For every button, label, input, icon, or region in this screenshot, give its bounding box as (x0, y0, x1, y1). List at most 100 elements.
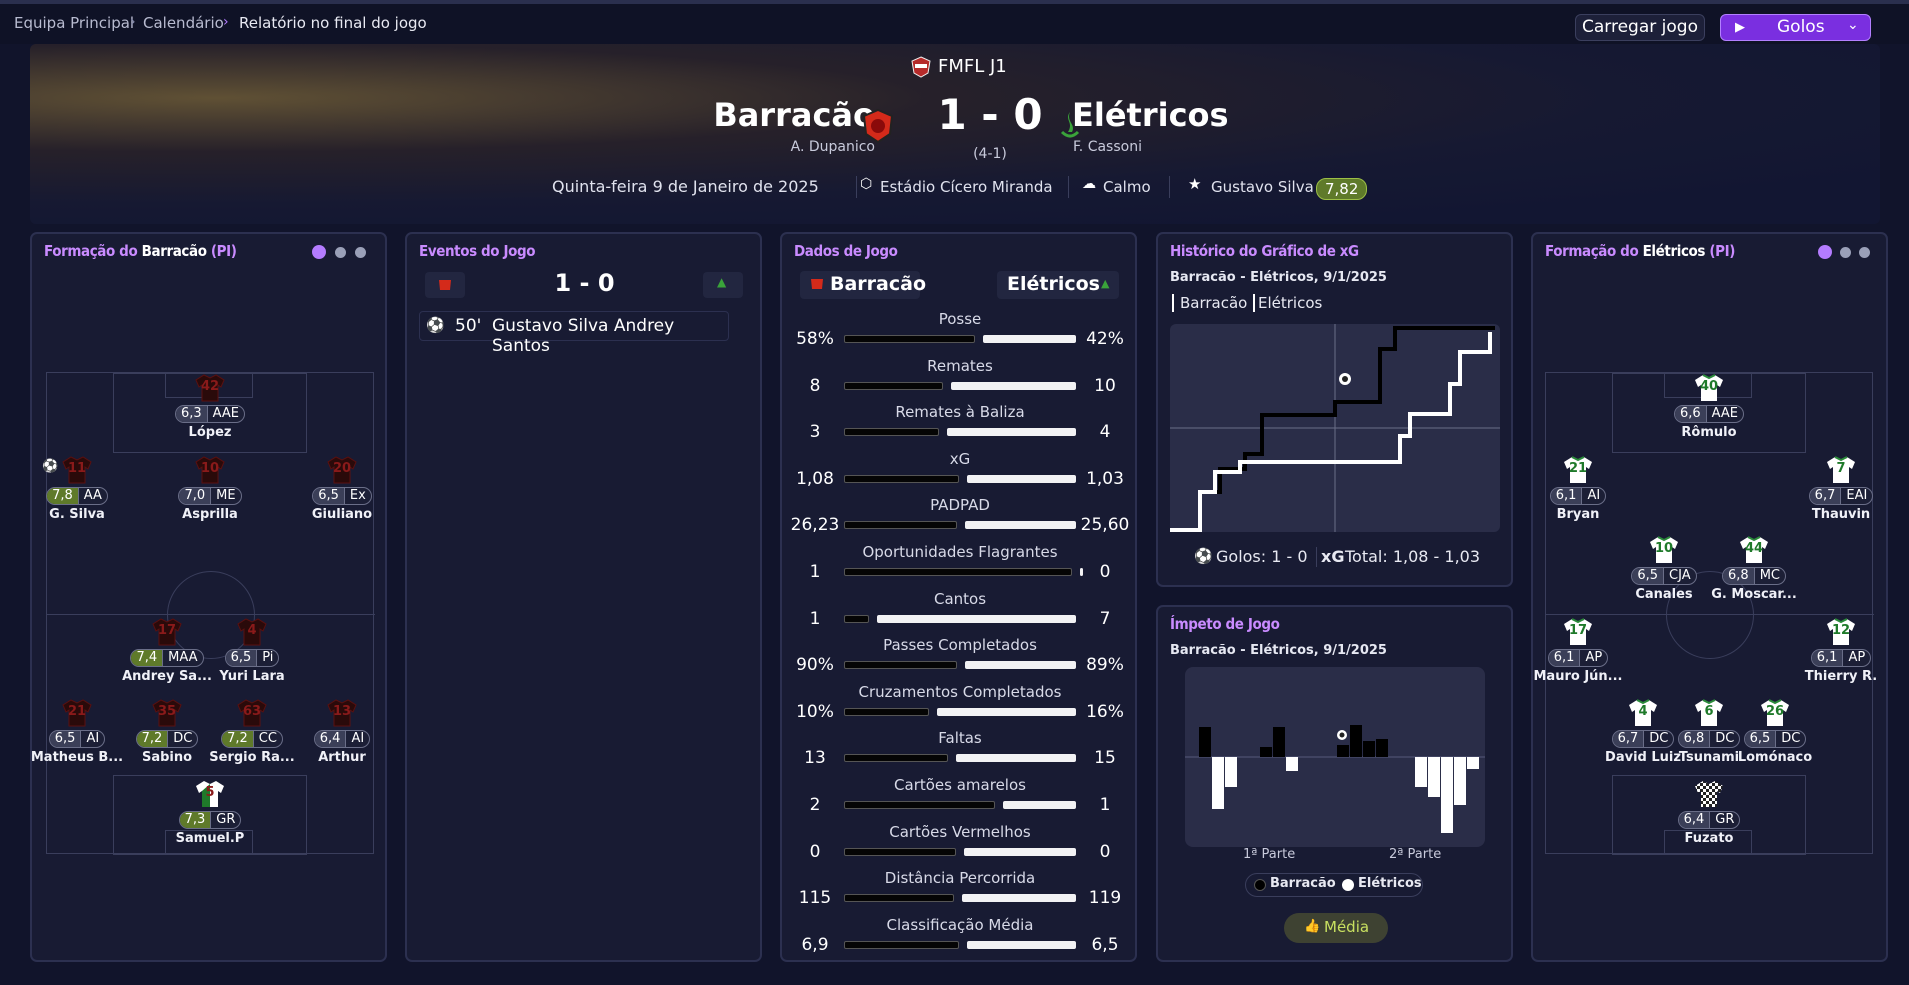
home-lineup-panel: Formação do Barracão (PI) 42 6,3 AAE López 1… (30, 232, 387, 962)
shirt-icon: 26 (1760, 699, 1790, 727)
stat-label: Passes Completados (883, 636, 1037, 655)
stat-home-bar (844, 754, 948, 763)
shirt-icon: 4 (237, 618, 267, 646)
player-card[interactable]: 26 6,5 DC Lomónaco (1715, 699, 1835, 765)
stat-label: xG (949, 449, 971, 468)
match-header: FMFL J1 Barracão A. Dupanico 1 - 0 (4-1)… (30, 44, 1880, 224)
player-card[interactable]: 5 7,3 GR Samuel.P (150, 780, 270, 846)
stat-away-bar (964, 661, 1076, 670)
stat-away-value: 16% (1086, 701, 1124, 722)
player-position: AA (77, 488, 107, 504)
home-team-name[interactable]: Barracão (640, 96, 875, 134)
stat-label: Distância Percorrida (884, 869, 1036, 888)
lineup-page-dot-3[interactable] (1859, 247, 1870, 258)
penalties-score: (4-1) (973, 146, 1007, 162)
stats-title: Dados de Jogo (794, 242, 898, 260)
shirt-icon: 12 (1826, 618, 1856, 646)
event-goal-row[interactable]: ⚽ 50' Gustavo Silva Andrey Santos (419, 311, 729, 356)
player-card[interactable]: 7 6,7 EAI Thauvin (1781, 456, 1901, 522)
events-panel: Eventos do Jogo 1 - 0 ▲ ⚽ 50' Gustavo Si… (405, 232, 762, 962)
divider (1169, 176, 1170, 198)
momentum-second-half: 2ª Parte (1389, 847, 1442, 862)
lineup-page-dot-2[interactable] (335, 247, 346, 258)
stat-home-bar (844, 381, 944, 390)
player-position: AI (345, 731, 369, 747)
player-name: Lomónaco (1737, 750, 1813, 765)
player-rating-pill: 7,3 GR (178, 811, 242, 829)
player-rating: 6,8 (1723, 568, 1754, 584)
player-position: AI (80, 731, 104, 747)
player-rating-pill: 6,1 AI (1549, 487, 1607, 505)
stat-home-bar (844, 335, 975, 343)
goals-label: Golos (1777, 17, 1825, 37)
stat-away-value: 89% (1086, 655, 1124, 676)
stat-away-value: 1 (1099, 795, 1111, 815)
player-rating: 7,2 (136, 731, 168, 747)
stat-home-value: 90% (796, 655, 834, 676)
stat-home-bar (844, 521, 958, 530)
breadcrumb-team[interactable]: Equipa Principal (14, 14, 134, 32)
player-rating: 6,1 (1550, 488, 1582, 504)
player-position: AP (1579, 650, 1607, 666)
shirt-number: 35 (157, 704, 177, 719)
goals-dropdown-button[interactable]: ▶ Golos ⌄ (1720, 14, 1871, 41)
away-manager[interactable]: F. Cassoni (1073, 139, 1142, 155)
breadcrumb-calendar[interactable]: Calendário (143, 14, 224, 32)
shirt-icon: 17 (152, 618, 182, 646)
player-card[interactable]: 44 6,8 MC G. Moscar... (1694, 536, 1814, 602)
player-name: Yuri Lara (219, 669, 285, 684)
shirt-number: 42 (200, 379, 220, 394)
player-position: CJA (1663, 568, 1696, 584)
shirt-number: 21 (1568, 461, 1588, 476)
player-card[interactable]: 21 6,1 AI Bryan (1518, 456, 1638, 522)
chevron-right-icon: › (130, 14, 136, 30)
player-card[interactable]: 10 7,0 ME Asprilla (150, 456, 270, 522)
shirt-number: 12 (1831, 623, 1851, 638)
stat-label: Faltas (938, 729, 982, 748)
shirt-number: 44 (1744, 541, 1764, 556)
stat-label: Cruzamentos Completados (858, 682, 1062, 701)
shirt-icon: 10 (195, 456, 225, 484)
stat-home-value: 2 (809, 795, 821, 815)
lineup-page-dot-3[interactable] (355, 247, 366, 258)
player-card[interactable]: 40 6,6 AAE Rômulo (1649, 374, 1769, 440)
stadium-name[interactable]: Estádio Cícero Miranda (880, 178, 1053, 196)
away-team-name[interactable]: Elétricos (1072, 96, 1229, 134)
momentum-verdict: Média (1324, 918, 1370, 936)
momentum-chart (1185, 667, 1485, 847)
player-card[interactable]: 6,4 GR Fuzato (1649, 780, 1769, 846)
stat-away-value: 25,60 (1080, 515, 1130, 536)
player-card[interactable]: 42 6,3 AAE López (150, 374, 270, 440)
stat-label: Remates à Baliza (895, 403, 1025, 422)
lineup-page-dot-1[interactable] (312, 245, 326, 259)
player-rating-pill: 6,5 Ex (312, 487, 372, 505)
lineup-page-dot-1[interactable] (1818, 245, 1832, 259)
player-card[interactable]: 17 6,1 AP Mauro Jún... (1518, 618, 1638, 684)
lineup-page-dot-2[interactable] (1840, 247, 1851, 258)
player-card[interactable]: 20 6,5 Ex Giuliano (282, 456, 402, 522)
player-card[interactable]: 12 6,1 AP Thierry R. (1781, 618, 1901, 684)
player-rating: 6,4 (1678, 812, 1710, 828)
player-card[interactable]: 11 7,8 AA G. Silva (17, 456, 137, 522)
player-card[interactable]: 13 6,4 AI Arthur (282, 699, 402, 765)
stat-away-value: 15 (1094, 748, 1116, 769)
momentum-legend-away: Elétricos (1358, 876, 1422, 891)
player-position: GR (1709, 812, 1739, 828)
chevron-right-icon: › (223, 14, 229, 30)
player-position: ME (210, 488, 240, 504)
load-game-button[interactable]: Carregar jogo (1575, 14, 1705, 41)
stat-home-value: 26,23 (790, 515, 840, 536)
top-bar: Equipa Principal › Calendário › Relatóri… (0, 0, 1909, 44)
player-position: AP (1842, 650, 1870, 666)
divider (1068, 176, 1069, 198)
home-manager[interactable]: A. Dupanico (640, 139, 875, 155)
away-lineup-title: Formação do Elétricos (PI) (1545, 242, 1735, 260)
stat-away-value: 6,5 (1091, 934, 1119, 955)
player-rating-pill: 6,5 Pi (224, 649, 280, 667)
player-card[interactable]: 4 6,5 Pi Yuri Lara (192, 618, 312, 684)
xg-subtitle: Barracão - Elétricos, 9/1/2025 (1170, 270, 1387, 285)
star-icon: ★ (1188, 175, 1202, 193)
shirt-icon: 21 (62, 699, 92, 727)
football-icon: ⚽ (426, 316, 445, 334)
player-of-match[interactable]: Gustavo Silva (1211, 178, 1314, 196)
